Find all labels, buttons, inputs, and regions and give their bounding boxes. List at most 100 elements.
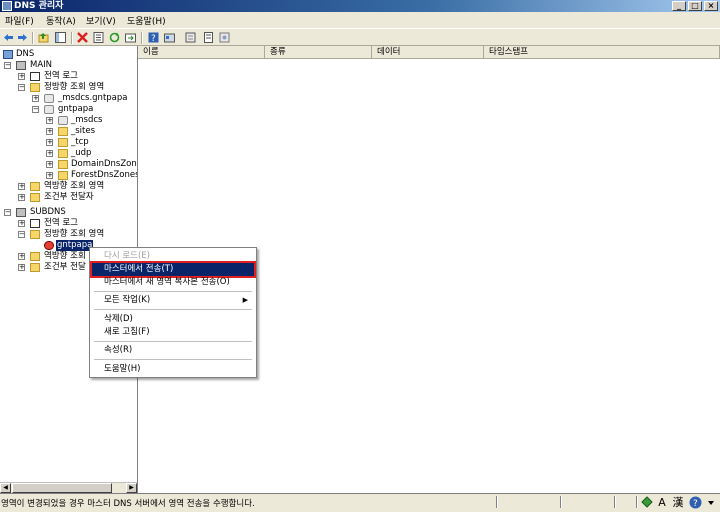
status-text: 영역이 변경되었을 경우 마스터 DNS 서버에서 영역 전송을 수행합니다. [1,499,255,509]
menu-item-all-tasks[interactable]: 모든 작업(K) ▶ [92,294,254,307]
expand-icon[interactable]: + [18,73,25,80]
status-separator [614,496,616,508]
ime-hanja-indicator[interactable]: 漢 [671,496,685,509]
new-record-icon[interactable] [185,32,196,43]
export-icon[interactable] [125,32,136,43]
menu-item-help[interactable]: 도움말(H) [92,363,254,376]
title-bar: DNS 관리자 _ □ × [0,0,720,12]
action-icon[interactable] [164,32,175,43]
dns-root-icon [3,50,13,59]
tree-label: _msdcs.gntpapa [58,93,128,103]
expand-icon[interactable]: + [46,150,53,157]
folder-icon [30,263,40,272]
tree-label: 정방향 조회 영역 [44,229,105,239]
show-tree-icon[interactable] [55,32,66,43]
expand-icon[interactable]: + [18,253,25,260]
expand-icon[interactable]: + [46,117,53,124]
menu-file[interactable]: 파일(F) [5,14,34,27]
toolbar-separator [71,32,73,44]
expand-icon[interactable]: + [46,161,53,168]
tree-label: _sites [71,126,96,136]
expand-icon[interactable]: + [18,220,25,227]
menu-item-properties[interactable]: 속성(R) [92,344,254,357]
tree-label: 전역 로그 [44,218,78,228]
scroll-right-icon[interactable]: ▶ [126,483,137,493]
expand-icon[interactable]: + [46,172,53,179]
tree-label-selected: gntpapa [56,240,94,251]
log-icon [30,72,40,81]
back-arrow-icon[interactable] [3,32,14,43]
menu-item-transfer-new-copy[interactable]: 마스터에서 새 영역 복사본 전송(O) [92,276,254,289]
close-button[interactable]: × [704,1,718,11]
menu-item-label: 모든 작업(K) [104,295,151,305]
dns-app-icon [2,1,12,11]
menu-item-reload[interactable]: 다시 로드(E) [92,250,254,263]
tree-label: MAIN [30,60,53,70]
menu-action[interactable]: 동작(A) [46,14,76,27]
menu-bar: 파일(F) 동작(A) 보기(V) 도움말(H) [0,12,720,28]
column-header-type[interactable]: 종류 [265,46,372,59]
tree-label: 역방향 조회 [44,251,86,261]
tree-label: _msdcs [71,115,103,125]
svg-text:?: ? [151,34,156,43]
log-icon [30,219,40,228]
list-icon[interactable] [203,32,214,43]
forward-arrow-icon[interactable] [17,32,28,43]
server-icon [16,208,26,217]
scroll-thumb[interactable] [12,483,112,493]
context-menu: 다시 로드(E) 마스터에서 전송(T) 마스터에서 새 영역 복사본 전송(O… [89,247,257,378]
menu-help[interactable]: 도움말(H) [127,14,166,27]
expand-icon[interactable]: + [18,183,25,190]
minimize-button[interactable]: _ [672,1,686,11]
up-folder-icon[interactable] [38,32,49,43]
toolbar-separator [141,32,143,44]
menu-separator [94,341,252,342]
properties-icon[interactable] [93,32,104,43]
tree-horizontal-scrollbar[interactable]: ◀ ▶ [0,482,137,493]
column-header-timestamp[interactable]: 타임스탬프 [484,46,720,59]
expand-icon[interactable]: + [32,95,39,102]
expand-icon[interactable]: + [18,194,25,201]
help-icon[interactable]: ? [689,496,702,509]
tree-label: DNS [16,49,35,59]
update-icon[interactable] [219,32,230,43]
menu-separator [94,359,252,360]
collapse-icon[interactable]: − [18,231,25,238]
tree-label: DomainDnsZones [71,159,137,169]
menu-item-delete[interactable]: 삭제(D) [92,313,254,326]
expand-icon[interactable]: + [18,264,25,271]
help-icon[interactable]: ? [148,32,159,44]
folder-icon [58,160,68,169]
scroll-left-icon[interactable]: ◀ [0,483,11,493]
collapse-icon[interactable]: − [4,62,11,69]
tree-label: 조건부 전달 [44,262,86,272]
ime-alpha-indicator[interactable]: A [655,496,669,509]
delete-icon[interactable] [77,32,88,43]
collapse-icon[interactable]: − [32,106,39,113]
menu-item-refresh[interactable]: 새로 고침(F) [92,326,254,339]
refresh-icon[interactable] [109,32,120,43]
folder-icon [30,252,40,261]
tree-label: _udp [71,148,92,158]
tree-label: 전역 로그 [44,71,78,81]
expand-icon[interactable]: + [46,139,53,146]
tree-label: 역방향 조회 영역 [44,181,105,191]
folder-icon [30,83,40,92]
zone-icon [44,94,54,103]
server-icon [16,61,26,70]
maximize-button[interactable]: □ [688,1,702,11]
collapse-icon[interactable]: − [18,84,25,91]
menu-item-transfer-from-master[interactable]: 마스터에서 전송(T) [90,261,256,278]
tree-label: _tcp [71,137,89,147]
ime-mode-icon[interactable] [641,496,653,509]
collapse-icon[interactable]: − [4,209,11,216]
window-controls: _ □ × [672,1,718,11]
folder-icon [58,149,68,158]
dropdown-arrow-icon[interactable] [705,496,717,509]
column-header-data[interactable]: 데이터 [372,46,484,59]
status-separator [636,496,638,508]
menu-view[interactable]: 보기(V) [86,14,116,27]
expand-icon[interactable]: + [46,128,53,135]
column-header-name[interactable]: 이름 [138,46,265,59]
zone-icon [44,105,54,114]
